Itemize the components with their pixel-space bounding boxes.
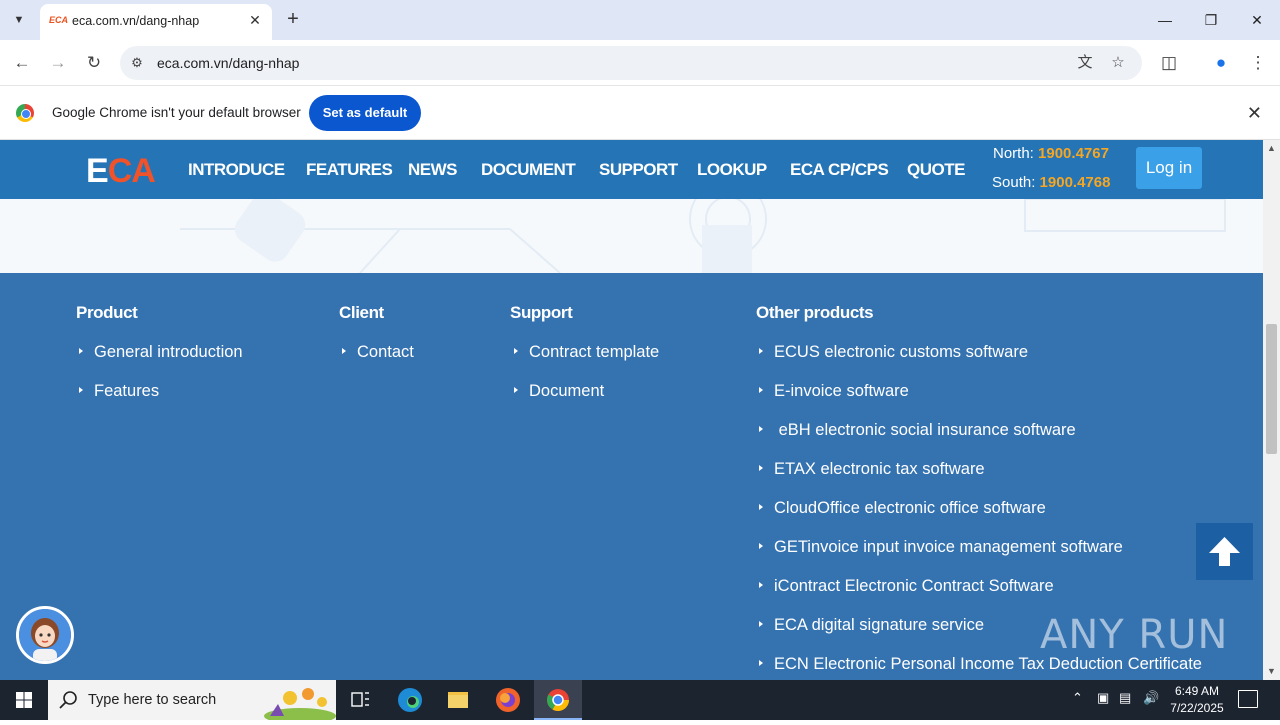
nav-news[interactable]: NEWS [408,160,458,180]
tab-close-icon[interactable]: ✕ [246,11,264,29]
chrome-taskbar-icon[interactable] [534,680,582,720]
site-info-icon[interactable]: ⚙ [128,54,146,72]
footer-link-ecus[interactable]: ECUS electronic customs software [759,343,1028,362]
start-button[interactable] [0,680,48,720]
arrow-up-icon [1209,537,1240,566]
anyrun-watermark: ANY RUN [1040,612,1229,658]
nav-lookup[interactable]: LOOKUP [697,160,767,180]
footer-link-contract-template[interactable]: Contract template [514,343,659,362]
page-scrollbar[interactable]: ▲ ▼ [1263,140,1280,680]
scrollbar-thumb[interactable] [1266,324,1277,454]
support-agent-icon [19,609,71,661]
task-view-icon[interactable] [336,680,384,720]
edge-icon[interactable] [386,680,434,720]
hotline-south: South: 1900.4768 [992,174,1111,191]
extensions-icon[interactable]: ◫ [1156,50,1182,76]
tab-search-icon[interactable]: ▼ [8,9,30,31]
footer-link-eca-digital-signature[interactable]: ECA digital signature service [759,616,984,635]
minimize-icon[interactable]: — [1150,8,1180,32]
site-header: ECA INTRODUCE FEATURES NEWS DOCUMENT SUP… [0,140,1263,199]
address-bar[interactable]: ⚙ eca.com.vn/dang-nhap 文 ☆ [120,46,1142,80]
tray-device-icon[interactable]: ▣ [1097,690,1109,706]
footer-link-general-introduction[interactable]: General introduction [79,343,243,362]
footer-heading-support: Support [510,303,573,322]
footer-heading-other-products: Other products [756,303,874,322]
search-placeholder: Type here to search [88,692,217,708]
reload-icon[interactable]: ↻ [81,50,107,76]
forward-icon[interactable]: → [45,50,71,76]
footer-link-e-invoice[interactable]: E-invoice software [759,382,909,401]
notifications-icon[interactable] [1238,690,1258,708]
nav-document[interactable]: DOCUMENT [481,160,576,180]
volume-icon[interactable]: 🔊 [1143,690,1159,706]
web-page: ECA INTRODUCE FEATURES NEWS DOCUMENT SUP… [0,140,1263,680]
search-icon [59,691,77,709]
footer-link-contact[interactable]: Contact [342,343,414,362]
footer-heading-client: Client [339,303,384,322]
set-as-default-button[interactable]: Set as default [309,95,421,131]
clock-time: 6:49 AM [1174,684,1220,698]
back-to-top-button[interactable] [1196,523,1253,580]
login-button[interactable]: Log in [1136,147,1202,189]
scroll-down-icon[interactable]: ▼ [1267,666,1276,676]
browser-toolbar: ← → ↻ ⚙ eca.com.vn/dang-nhap 文 ☆ ◫ ● ⋮ [0,40,1280,86]
footer-link-document[interactable]: Document [514,382,604,401]
tab-strip: ▼ ECA eca.com.vn/dang-nhap ✕ + — ❐ ✕ [0,0,1280,40]
decorative-band [0,180,1263,274]
network-icon[interactable]: ▤ [1119,690,1131,706]
taskbar-search[interactable]: Type here to search [48,680,336,720]
eca-logo[interactable]: ECA [86,152,156,191]
back-icon[interactable]: ← [9,50,35,76]
infobar-message: Google Chrome isn't your default browser [52,105,301,120]
bookmark-star-icon[interactable]: ☆ [1107,53,1129,73]
footer-link-icontract[interactable]: iContract Electronic Contract Software [759,577,1054,596]
profile-icon[interactable]: ● [1208,50,1234,76]
footer-link-etax[interactable]: ETAX electronic tax software [759,460,985,479]
scroll-up-icon[interactable]: ▲ [1267,143,1276,153]
footer-link-features[interactable]: Features [79,382,159,401]
footer-link-ebh[interactable]: eBH electronic social insurance software [759,421,1076,440]
window-close-icon[interactable]: ✕ [1242,8,1272,32]
nav-support[interactable]: SUPPORT [599,160,678,180]
file-explorer-icon[interactable] [434,680,482,720]
windows-taskbar: Type here to search ⌃ ▣ ▤ 🔊 6:49 AM 7/22… [0,680,1280,720]
tab-active[interactable]: ECA eca.com.vn/dang-nhap ✕ [40,4,272,40]
new-tab-icon[interactable]: + [282,9,304,31]
chrome-logo-icon [16,104,34,122]
infobar-close-icon[interactable]: ✕ [1247,103,1262,124]
default-browser-infobar: Google Chrome isn't your default browser… [0,87,1280,140]
chat-support-avatar[interactable] [16,606,74,664]
translate-icon[interactable]: 文 [1074,53,1096,73]
taskbar-clock[interactable]: 6:49 AM 7/22/2025 [1162,683,1232,717]
nav-introduce[interactable]: INTRODUCE [188,160,285,180]
firefox-icon[interactable] [484,680,532,720]
tray-overflow-icon[interactable]: ⌃ [1072,690,1083,706]
nav-features[interactable]: FEATURES [306,160,393,180]
background-pattern [180,180,1226,274]
restore-icon[interactable]: ❐ [1196,8,1226,32]
hotline-north: North: 1900.4767 [993,145,1109,162]
footer-heading-product: Product [76,303,138,322]
clock-date: 7/22/2025 [1170,701,1224,715]
tab-favicon: ECA [49,15,69,25]
nav-quote[interactable]: QUOTE [907,160,965,180]
footer-link-cloudoffice[interactable]: CloudOffice electronic office software [759,499,1046,518]
menu-icon[interactable]: ⋮ [1245,50,1271,76]
tab-title: eca.com.vn/dang-nhap [72,14,200,28]
search-highlight-image [264,688,336,720]
url-text[interactable]: eca.com.vn/dang-nhap [157,55,299,71]
footer-link-getinvoice[interactable]: GETinvoice input invoice management soft… [759,538,1123,557]
nav-eca-cp-cps[interactable]: ECA CP/CPS [790,160,889,180]
windows-logo-icon [16,692,32,708]
